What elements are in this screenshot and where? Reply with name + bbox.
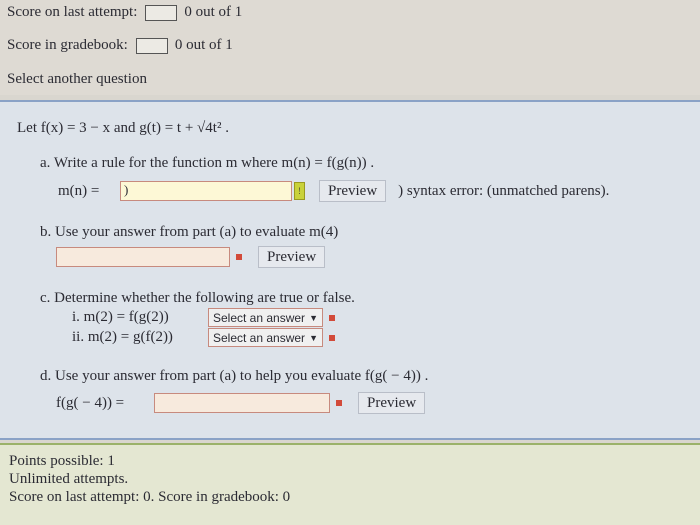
part-b-preview-button[interactable]: Preview [258,246,326,268]
part-c-prompt: c. Determine whether the following are t… [40,290,355,306]
question-stem: Let f(x) = 3 − x and g(t) = t + √4t² . [17,120,229,136]
select-another-question-link[interactable]: Select another question [7,71,147,88]
last-attempt-row: Score on last attempt: 0 out of 1 [7,4,242,21]
part-c-item-1-label: i. m(2) = f(g(2)) [72,309,169,325]
incorrect-icon [336,400,342,406]
incorrect-icon [328,334,335,341]
part-b-input[interactable] [56,247,230,267]
gradebook-value: 0 out of 1 [174,37,233,53]
incorrect-icon [236,254,242,260]
part-b-prompt: b. Use your answer from part (a) to eval… [40,224,339,240]
gradebook-row: Score in gradebook: 0 out of 1 [7,37,233,54]
part-c-item-2: ii. m(2) = g(f(2)) Select an answer ▼ [72,328,335,347]
part-c-item-2-select[interactable]: Select an answer ▼ [208,328,323,347]
last-attempt-label: Score on last attempt: [7,4,138,20]
chevron-down-icon: ▼ [309,312,318,323]
points-possible: Points possible: 1 [9,453,115,469]
part-d-answer-row: f(g( − 4)) = Preview [56,392,426,414]
part-d-preview-button[interactable]: Preview [358,392,426,414]
part-a-input[interactable]: ) [120,181,292,201]
chevron-down-icon: ▼ [309,332,318,343]
part-c-item-1: i. m(2) = f(g(2)) Select an answer ▼ [72,308,335,327]
select-value: Select an answer [213,310,306,325]
part-a-answer-row: m(n) = ) ! Preview ) syntax error: (unma… [58,180,609,202]
select-value: Select an answer [213,330,306,345]
attempts-info: Unlimited attempts. [9,471,129,487]
gradebook-box [135,37,168,54]
part-a-prompt: a. Write a rule for the function m where… [40,155,375,171]
score-summary: Score on last attempt: 0. Score in grade… [9,489,291,505]
part-a-error-text: ) syntax error: (unmatched parens). [398,182,610,199]
score-header: Score on last attempt: 0 out of 1 Score … [0,0,700,95]
question-panel [0,100,700,440]
part-a-preview-button[interactable]: Preview [319,180,387,202]
part-c-item-2-label: ii. m(2) = g(f(2)) [72,329,173,345]
gradebook-label: Score in gradebook: [7,37,128,53]
part-a-lhs: m(n) = [58,182,100,199]
warning-icon: ! [294,182,305,200]
part-b-answer-row: Preview [56,246,326,268]
part-d-input[interactable] [154,393,330,413]
part-c-item-1-select[interactable]: Select an answer ▼ [208,308,323,327]
question-footer: Points possible: 1 Unlimited attempts. S… [0,443,700,525]
part-d-lhs: f(g( − 4)) = [56,394,125,411]
last-attempt-value: 0 out of 1 [184,4,243,20]
last-attempt-box [145,4,178,21]
part-d-prompt: d. Use your answer from part (a) to help… [40,368,429,384]
incorrect-icon [328,314,335,321]
